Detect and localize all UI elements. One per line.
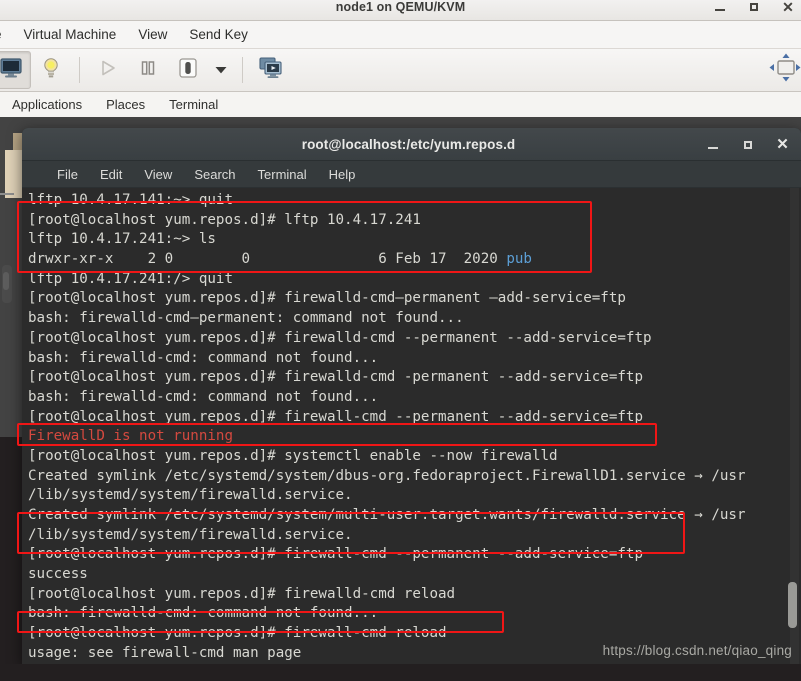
chevron-down-icon xyxy=(215,61,227,79)
terminal-line: [root@localhost yum.repos.d]# systemctl … xyxy=(28,447,558,464)
terminal-line: /lib/systemd/system/firewalld.service. xyxy=(28,487,353,504)
terminal-menu-help[interactable]: Help xyxy=(318,161,367,188)
terminal-scrollbar-thumb[interactable] xyxy=(788,582,797,628)
bottom-strip xyxy=(0,664,801,681)
terminal-line-segment: drwxr-xr-x 2 0 0 6 Feb 17 2020 xyxy=(28,251,507,268)
terminal-menu-edit[interactable]: Edit xyxy=(89,161,133,188)
terminal-line: bash: firewalld-cmd: command not found..… xyxy=(28,388,379,405)
panel-item-places[interactable]: Places xyxy=(94,92,157,117)
play-icon xyxy=(99,59,117,82)
terminal-minimize-icon[interactable] xyxy=(706,138,719,151)
console-view-button[interactable] xyxy=(0,51,31,89)
lightbulb-icon xyxy=(42,57,60,84)
watermark: https://blog.csdn.net/qiao_qing xyxy=(602,643,792,658)
terminal-menubar: File Edit View Search Terminal Help xyxy=(22,161,801,188)
terminal-line: bash: firewalld-cmd: command not found..… xyxy=(28,605,379,622)
pause-button[interactable] xyxy=(128,51,168,89)
terminal-titlebar: root@localhost:/etc/yum.repos.d ✕ xyxy=(22,128,801,161)
terminal-line: [root@localhost yum.repos.d]# firewall-c… xyxy=(28,408,643,425)
terminal-close-icon[interactable]: ✕ xyxy=(776,137,789,152)
terminal-line: lftp 10.4.17.241:~> ls xyxy=(28,231,216,248)
toolbar-separator-2 xyxy=(242,57,243,83)
screenshot-root: node1 on QEMU/KVM ✕ e Virtual Machine Vi… xyxy=(0,0,801,681)
terminal-line: lftp 10.4.17.141:~> quit xyxy=(28,192,233,208)
power-icon xyxy=(177,57,199,84)
desktop-ornament-inner xyxy=(3,272,9,290)
terminal-line: [root@localhost yum.repos.d]# lftp 10.4.… xyxy=(28,211,421,228)
terminal-line: bash: firewalld-cmd—permanent: command n… xyxy=(28,310,464,327)
details-view-button[interactable] xyxy=(31,51,71,89)
terminal-line: Created symlink /etc/systemd/system/mult… xyxy=(28,507,746,523)
vm-toolbar xyxy=(0,49,801,92)
terminal-line-segment: pub xyxy=(506,251,532,268)
terminal-menu-view[interactable]: View xyxy=(133,161,183,188)
menu-item-view[interactable]: View xyxy=(127,25,178,44)
terminal-line: bash: firewalld-cmd: command not found..… xyxy=(28,349,379,366)
vm-window-title: node1 on QEMU/KVM xyxy=(335,0,466,14)
terminal-line: [root@localhost yum.repos.d]# firewall-c… xyxy=(28,625,447,642)
terminal-text: lftp 10.4.17.141:~> quit [root@localhost … xyxy=(28,191,801,664)
menu-item-virtual-machine[interactable]: Virtual Machine xyxy=(13,25,128,44)
pause-icon xyxy=(140,59,156,82)
vm-maximize-icon[interactable] xyxy=(747,0,761,14)
terminal-line: lftp 10.4.17.241:/> quit xyxy=(28,270,233,287)
shutdown-menu-button[interactable] xyxy=(208,51,234,89)
terminal-line: drwxr-xr-x 2 0 0 6 Feb 17 2020 pub xyxy=(28,250,801,270)
terminal-line: [root@localhost yum.repos.d]# firewalld-… xyxy=(28,585,456,602)
terminal-line: [root@localhost yum.repos.d]# firewalld-… xyxy=(28,290,626,307)
terminal-menu-terminal[interactable]: Terminal xyxy=(247,161,318,188)
terminal-maximize-icon[interactable] xyxy=(741,138,754,151)
terminal-output-area[interactable]: lftp 10.4.17.141:~> quit [root@localhost … xyxy=(22,188,801,664)
gnome-top-panel: Applications Places Terminal xyxy=(0,92,801,117)
toolbar-separator-1 xyxy=(79,57,80,83)
menu-item-file[interactable]: e xyxy=(0,25,13,44)
vm-titlebar: node1 on QEMU/KVM ✕ xyxy=(0,0,801,21)
terminal-window: root@localhost:/etc/yum.repos.d ✕ File E… xyxy=(22,128,801,664)
snapshots-button[interactable] xyxy=(251,51,291,89)
snapshots-icon xyxy=(259,56,283,84)
terminal-line: FirewallD is not running xyxy=(28,428,233,445)
vm-window-controls: ✕ xyxy=(713,0,795,17)
vm-menubar: e Virtual Machine View Send Key xyxy=(0,21,801,49)
terminal-menu-search[interactable]: Search xyxy=(183,161,246,188)
monitor-icon xyxy=(0,57,22,83)
terminal-line: [root@localhost yum.repos.d]# firewalld-… xyxy=(28,329,652,346)
panel-item-terminal[interactable]: Terminal xyxy=(157,92,230,117)
terminal-line: Created symlink /etc/systemd/system/dbus… xyxy=(28,467,746,484)
vm-close-icon[interactable]: ✕ xyxy=(781,0,795,14)
terminal-line: [root@localhost yum.repos.d]# firewalld-… xyxy=(28,369,643,386)
menu-item-send-key[interactable]: Send Key xyxy=(178,25,259,44)
shutdown-button[interactable] xyxy=(168,51,208,89)
panel-item-applications[interactable]: Applications xyxy=(0,92,94,117)
terminal-line: /lib/systemd/system/firewalld.service. xyxy=(28,526,353,543)
terminal-line: [root@localhost yum.repos.d]# firewall-c… xyxy=(28,546,643,563)
terminal-window-controls: ✕ xyxy=(706,128,789,161)
run-button[interactable] xyxy=(88,51,128,89)
desktop-divider xyxy=(0,193,14,195)
terminal-menu-file[interactable]: File xyxy=(46,161,89,188)
terminal-scrollbar-track[interactable] xyxy=(788,188,799,664)
fullscreen-icon xyxy=(768,53,801,88)
terminal-line: success xyxy=(28,566,88,583)
fullscreen-button[interactable] xyxy=(765,51,801,89)
terminal-window-title: root@localhost:/etc/yum.repos.d xyxy=(301,136,516,152)
vm-minimize-icon[interactable] xyxy=(713,0,727,14)
